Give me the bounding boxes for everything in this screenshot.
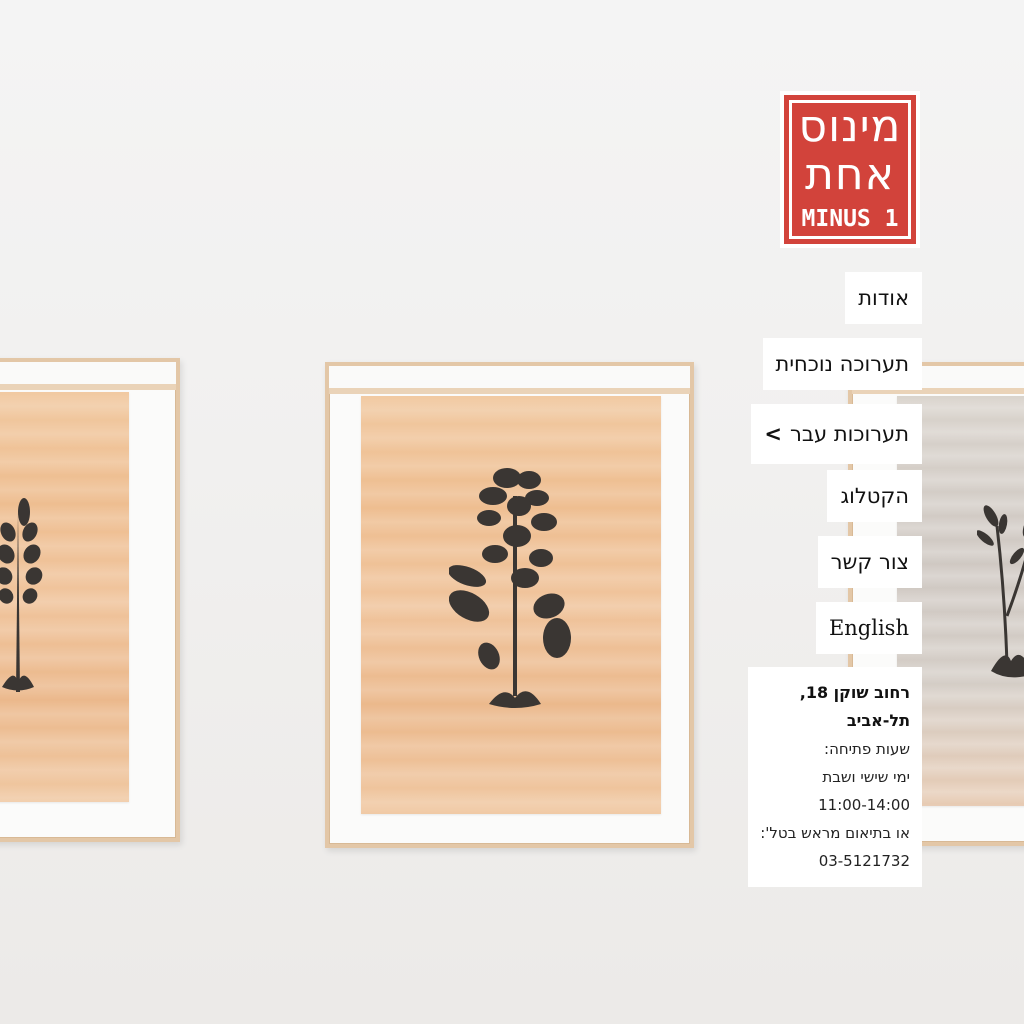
opening-hours-title: שעות פתיחה: (824, 740, 910, 758)
menu-item-label: הקטלוג (840, 484, 909, 508)
menu-item-catalog[interactable]: הקטלוג (827, 470, 922, 522)
menu-item-contact[interactable]: צור קשר (817, 536, 922, 588)
artwork-paper-left (0, 392, 129, 802)
flowering-plant-illustration (449, 468, 571, 708)
address-text: רחוב שוקן 18, תל-אביב (799, 683, 910, 730)
frame-mat (0, 362, 176, 390)
minus-one-logo[interactable]: מינוס אחת MINUS 1 (780, 91, 920, 248)
menu-item-label: תערוכות עבר (790, 422, 909, 446)
frame-mat (329, 366, 690, 394)
artwork-paper-center (361, 396, 661, 814)
menu-item-label: צור קשר (830, 550, 909, 574)
branching-plant-illustration (977, 505, 1024, 678)
coordination-text: או בתיאום מראש בטל': (760, 824, 910, 842)
opening-hours-text: 11:00-14:00 (818, 796, 910, 814)
logo-hebrew-top: מינוס (798, 101, 902, 152)
logo-hebrew-bottom: אחת (804, 149, 896, 200)
menu-item-about[interactable]: אודות (845, 272, 922, 324)
menu-item-label: תערוכה נוכחית (775, 352, 909, 376)
fern-plant-illustration (0, 498, 43, 692)
menu-item-current-exhibition[interactable]: תערוכה נוכחית (762, 338, 922, 390)
gallery-info-box: רחוב שוקן 18, תל-אביב שעות פתיחה: ימי שי… (748, 667, 922, 887)
menu-item-english[interactable]: English (815, 602, 922, 654)
logo-badge: מינוס אחת MINUS 1 (784, 95, 916, 244)
chevron-left-icon: > (764, 422, 783, 446)
logo-latin: MINUS 1 (801, 206, 899, 232)
menu-item-label: אודות (858, 286, 909, 310)
opening-days-text: ימי שישי ושבת (822, 768, 910, 786)
artwork-frame-left (0, 358, 180, 842)
menu-item-label: English (828, 616, 909, 640)
phone-number[interactable]: 03-5121732 (760, 847, 910, 875)
menu-item-past-exhibitions[interactable]: תערוכות עבר > (751, 404, 922, 464)
artwork-frame-center (325, 362, 694, 848)
